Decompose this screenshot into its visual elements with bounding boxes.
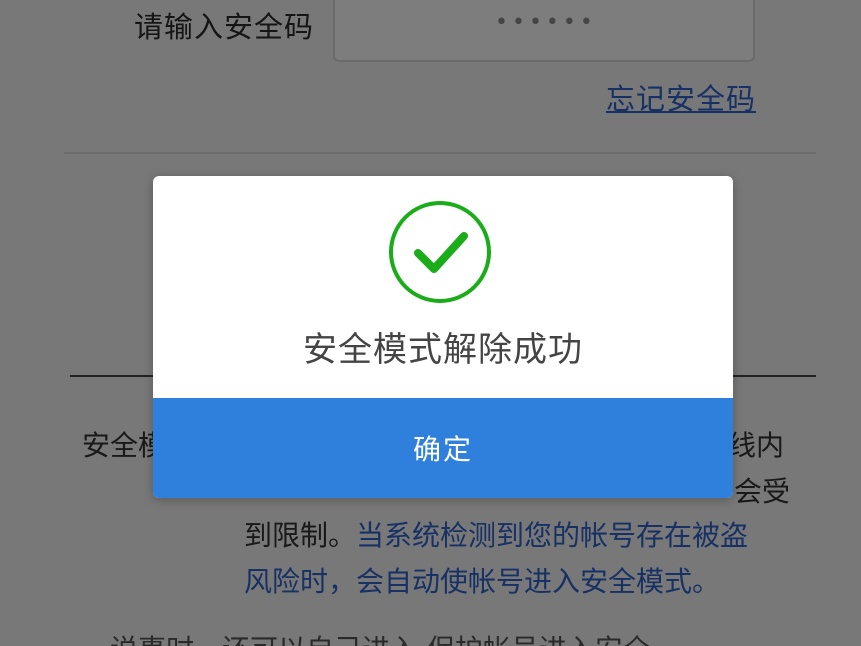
page: 请输入安全码 •••••• 忘记安全码 安全模 线内 会受 到限制。当系统检测到… xyxy=(0,0,861,646)
confirm-button[interactable]: 确定 xyxy=(153,398,733,498)
dialog-message: 安全模式解除成功 xyxy=(303,330,583,370)
success-dialog: 安全模式解除成功 确定 xyxy=(153,176,733,498)
check-circle-icon xyxy=(389,201,491,303)
